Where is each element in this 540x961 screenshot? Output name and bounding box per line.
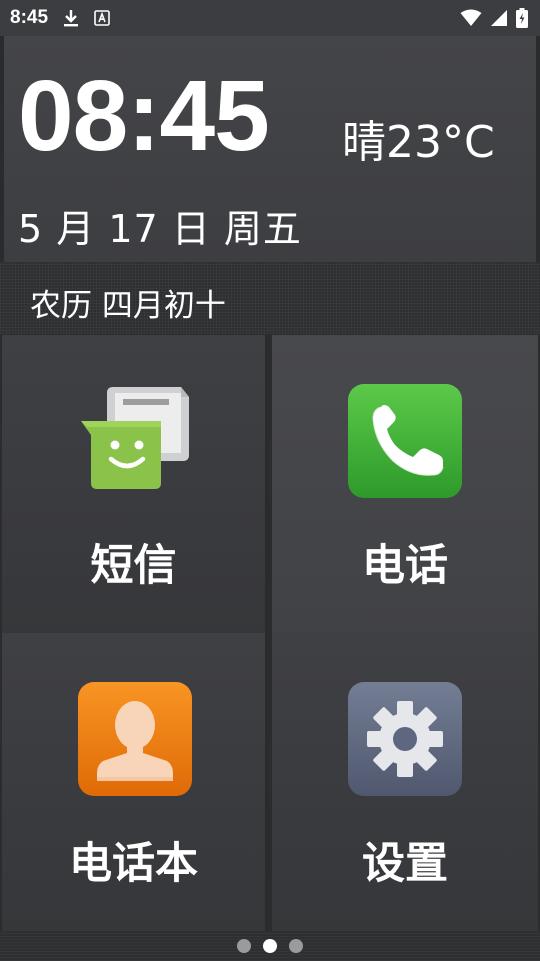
status-bar: 8:45 — [0, 0, 540, 36]
lunar-date-text: 农历 四月初十 — [30, 288, 226, 324]
tile-sms-label: 短信 — [90, 541, 177, 591]
tile-contacts[interactable]: 电话本 — [2, 633, 268, 931]
clock-widget[interactable]: 08:45 晴23°C 5 月 17 日 周五 — [0, 36, 540, 262]
wifi-icon — [460, 9, 482, 27]
sms-icon — [77, 383, 193, 499]
signal-icon — [490, 9, 508, 27]
tile-settings-label: 设置 — [362, 839, 448, 889]
tile-phone[interactable]: 电话 — [272, 335, 538, 633]
date-text: 5 月 17 日 周五 — [18, 207, 302, 251]
page-indicator — [0, 931, 540, 961]
settings-gear-icon — [347, 681, 463, 797]
lunar-date-bar: 农历 四月初十 — [0, 262, 540, 334]
tile-sms[interactable]: 短信 — [2, 335, 268, 633]
page-dot-active[interactable] — [263, 939, 277, 953]
battery-charging-icon — [516, 8, 528, 28]
weather-text: 晴23°C — [342, 117, 495, 168]
clock-time: 08:45 — [18, 60, 270, 172]
contacts-icon — [77, 681, 193, 797]
tile-phone-label: 电话 — [362, 541, 448, 591]
page-dot[interactable] — [237, 939, 251, 953]
tile-settings[interactable]: 设置 — [272, 633, 538, 931]
download-icon — [62, 8, 80, 28]
page-dot[interactable] — [289, 939, 303, 953]
tile-contacts-label: 电话本 — [69, 839, 198, 889]
status-time: 8:45 — [10, 7, 49, 28]
phone-icon — [347, 383, 463, 499]
keyboard-a-icon — [94, 10, 110, 26]
